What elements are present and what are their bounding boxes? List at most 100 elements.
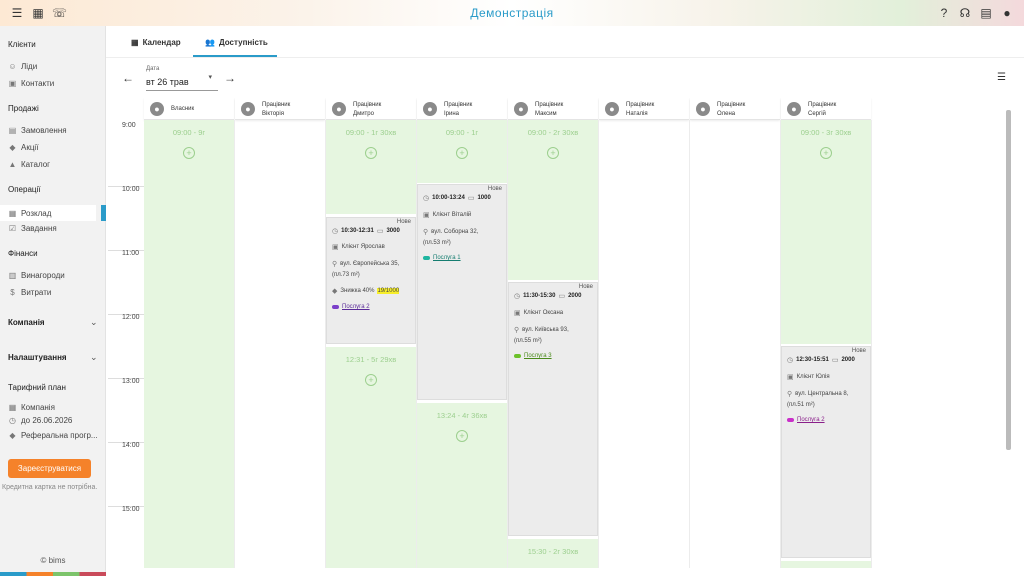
service-badge: [514, 354, 521, 358]
free-slot[interactable]: 09:00 - 1г 30хв +: [326, 120, 416, 214]
sidebar-item-rewards[interactable]: ▥ Винагороди: [8, 271, 104, 280]
copyright: © bims: [40, 556, 66, 565]
tab-calendar[interactable]: ▦ Календар: [131, 38, 181, 47]
avatar-icon: ●: [514, 102, 528, 116]
appointment-card[interactable]: Нове ◷ 10:00-13:24 ▭ 1000 ▣ Клієнт Віталій ⚲…: [417, 184, 507, 400]
active-indicator: [101, 205, 106, 221]
time-column: 9:00 10:00 11:00 12:00 13:00 14:00 15:00: [108, 98, 144, 568]
column-header-viktoriia: ● Працівник Вікторія: [235, 98, 325, 120]
prev-day-arrow-icon[interactable]: ←: [122, 71, 134, 85]
person-icon: ▣: [514, 310, 521, 317]
tab-availability[interactable]: 👥 Доступність: [205, 38, 268, 47]
avatar-icon: ●: [423, 102, 437, 116]
location-icon: ⚲: [787, 391, 793, 398]
section-clients: Клієнти: [8, 40, 36, 49]
chevron-down-icon[interactable]: ⌄: [90, 317, 98, 328]
add-icon[interactable]: +: [547, 147, 559, 159]
clock-icon: ◷: [787, 357, 794, 364]
sidebar-item-tasks[interactable]: ☑ Завдання: [8, 224, 104, 233]
tasks-icon: ☑: [8, 224, 17, 233]
section-plan: Тарифний план: [8, 383, 66, 392]
app-title: Демонстрація: [470, 6, 554, 20]
free-slot[interactable]: 15:30 - 2г 30хв: [508, 539, 598, 568]
section-company[interactable]: Компанія: [8, 318, 45, 327]
column-header-iryna: ● Працівник Ірина: [417, 98, 507, 120]
time-label: 14:00: [122, 442, 140, 449]
column-header-owner: ● Власник: [144, 98, 234, 120]
column-header-maksym: ● Працівник Максим: [508, 98, 598, 120]
column-header-nataliia: ● Працівник Наталія: [599, 98, 689, 120]
avatar-icon: ●: [605, 102, 619, 116]
free-slot[interactable]: 13:24 - 4г 36хв +: [417, 403, 507, 568]
section-sales: Продажі: [8, 104, 39, 113]
next-day-arrow-icon[interactable]: →: [224, 71, 236, 85]
contacts-icon: ▣: [8, 79, 17, 88]
free-slot[interactable]: 12:31 - 5г 29хв +: [326, 347, 416, 568]
sidebar-item-catalog[interactable]: ▲ Каталог: [8, 160, 104, 169]
orders-icon: ▤: [8, 126, 17, 135]
date-select[interactable]: Дата вт 26 трав ▾: [146, 66, 218, 91]
service-badge: [787, 418, 794, 422]
free-slot[interactable]: 09:00 - 1г +: [417, 120, 507, 183]
free-slot[interactable]: [781, 561, 871, 568]
sidebar-item-referral[interactable]: ◆ Реферальна прогр...: [8, 431, 104, 440]
column-owner: 09:00 - 9г +: [144, 120, 235, 568]
cash-icon: ▭: [376, 228, 384, 235]
money-icon: $: [10, 288, 15, 297]
appointment-card[interactable]: Нове ◷ 11:30-15:30 ▭ 2000 ▣ Клієнт Оксана ⚲ в…: [508, 282, 598, 536]
add-icon[interactable]: +: [183, 147, 195, 159]
add-icon[interactable]: +: [820, 147, 832, 159]
sidebar-item-orders[interactable]: ▤ Замовлення: [8, 126, 104, 135]
column-iryna: 09:00 - 1г + Нове ◷ 10:00-13:24 ▭ 1000 ▣ Кліє…: [417, 120, 508, 568]
add-icon[interactable]: +: [365, 374, 377, 386]
cash-icon: ▭: [558, 293, 566, 300]
scrollbar[interactable]: [1006, 110, 1011, 450]
appointment-card[interactable]: Нове ◷ 12:30-15:51 ▭ 2000 ▣ Клієнт Юлія ⚲ вул…: [781, 346, 871, 558]
column-dmytro: 09:00 - 1г 30хв + Нове ◷ 10:30-12:31 ▭ 3000 …: [326, 120, 417, 568]
tag-icon: ◆: [332, 288, 338, 295]
register-button[interactable]: Зареєструватися: [8, 459, 91, 478]
leads-icon: ☺: [8, 62, 17, 71]
chat-icon[interactable]: ▤: [979, 6, 993, 20]
location-icon: ⚲: [514, 327, 520, 334]
add-icon[interactable]: +: [456, 147, 468, 159]
sidebar-item-contacts[interactable]: ▣ Контакти: [8, 79, 104, 88]
avatar-icon: ●: [241, 102, 255, 116]
active-tab-indicator: [193, 55, 277, 57]
appointment-card[interactable]: Нове ◷ 10:30-12:31 ▭ 3000 ▣ Клієнт Ярослав ⚲…: [326, 217, 416, 344]
person-icon: ▣: [332, 244, 339, 251]
column-viktoriia: [235, 120, 326, 568]
cash-icon: ▭: [467, 195, 475, 202]
time-label: 13:00: [122, 378, 140, 385]
add-icon[interactable]: +: [365, 147, 377, 159]
catalog-icon: ▲: [8, 160, 17, 169]
time-label: 12:00: [122, 314, 140, 321]
sidebar-item-expenses[interactable]: $ Витрати: [8, 288, 104, 297]
help-icon[interactable]: ?: [937, 6, 951, 20]
free-slot[interactable]: 09:00 - 9г +: [144, 120, 234, 568]
column-maksym: 09:00 - 2г 30хв + Нове ◷ 11:30-15:30 ▭ 2000 …: [508, 120, 599, 568]
time-label: 15:00: [122, 506, 140, 513]
avatar-icon: ●: [332, 102, 346, 116]
availability-grid: 9:00 10:00 11:00 12:00 13:00 14:00 15:00…: [108, 98, 1008, 568]
section-settings[interactable]: Налаштування: [8, 353, 67, 362]
free-slot[interactable]: 09:00 - 2г 30хв +: [508, 120, 598, 280]
company-icon: ▦: [8, 403, 17, 412]
account-icon[interactable]: ●: [1000, 6, 1014, 20]
sidebar-item-promos[interactable]: ◆ Акції: [8, 143, 104, 152]
free-slot[interactable]: 09:00 - 3г 30хв +: [781, 120, 871, 344]
service-badge: [332, 305, 339, 309]
sidebar-item-schedule[interactable]: ▦ Розклад: [0, 205, 96, 221]
sidebar-item-leads[interactable]: ☺ Ліди: [8, 62, 104, 71]
avatar-icon: ●: [787, 102, 801, 116]
support-icon[interactable]: ☊: [958, 6, 972, 20]
column-serhii: 09:00 - 3г 30хв + Нове ◷ 12:30-15:51 ▭ 2000 …: [781, 120, 872, 568]
calendar-icon: ▦: [131, 38, 139, 47]
clock-icon: ◷: [514, 293, 521, 300]
cash-icon: ▭: [831, 357, 839, 364]
list-view-icon[interactable]: ☰: [997, 72, 1006, 83]
chevron-down-icon[interactable]: ⌄: [90, 352, 98, 363]
service-badge: [423, 256, 430, 260]
add-icon[interactable]: +: [456, 430, 468, 442]
avatar-icon: ●: [150, 102, 164, 116]
